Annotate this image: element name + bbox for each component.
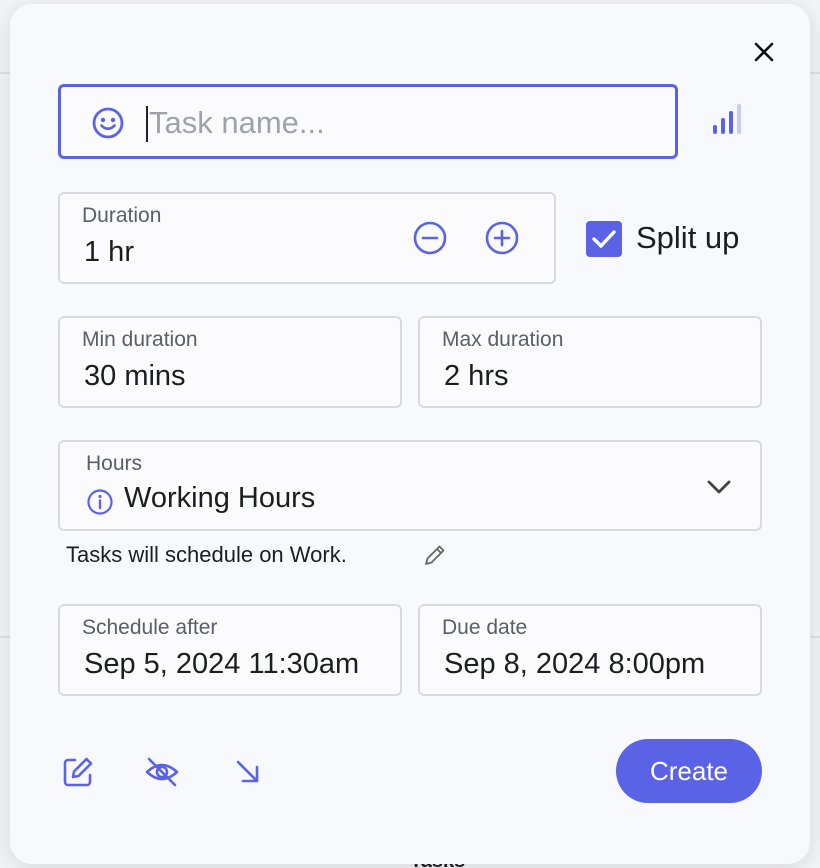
text-caret [146, 106, 148, 142]
split-up-label[interactable]: Split up [636, 220, 739, 256]
hours-helper-text: Tasks will schedule on Work. [66, 542, 347, 567]
duration-label: Duration [82, 204, 162, 227]
info-icon [87, 489, 113, 515]
split-up-checkbox[interactable] [586, 221, 622, 257]
minus-circle-icon[interactable] [412, 220, 448, 256]
duration-value[interactable]: 1 hr [84, 236, 134, 269]
plus-circle-icon[interactable] [484, 220, 520, 256]
due-date-field[interactable]: Due date Sep 8, 2024 8:00pm [418, 604, 762, 696]
duration-field[interactable]: Duration 1 hr [58, 192, 556, 284]
create-button[interactable]: Create [616, 739, 762, 803]
eye-off-icon[interactable] [144, 754, 180, 790]
close-icon[interactable] [750, 38, 778, 66]
schedule-after-label: Schedule after [82, 616, 218, 639]
schedule-after-field[interactable]: Schedule after Sep 5, 2024 11:30am [58, 604, 402, 696]
max-duration-value[interactable]: 2 hrs [444, 360, 508, 393]
edit-icon[interactable] [60, 754, 96, 790]
min-duration-label: Min duration [82, 328, 198, 351]
due-date-label: Due date [442, 616, 528, 639]
create-task-modal: Duration 1 hr Split up Min duration 30 m… [10, 4, 810, 864]
max-duration-field[interactable]: Max duration 2 hrs [418, 316, 762, 408]
due-date-value[interactable]: Sep 8, 2024 8:00pm [444, 648, 740, 681]
hours-select[interactable]: Hours Working Hours [58, 440, 762, 531]
task-name-field[interactable] [58, 84, 678, 159]
min-duration-value[interactable]: 30 mins [84, 360, 186, 393]
min-duration-field[interactable]: Min duration 30 mins [58, 316, 402, 408]
hours-label: Hours [86, 452, 143, 475]
checkmark-icon [592, 230, 616, 248]
hours-value: Working Hours [124, 482, 316, 514]
task-name-input[interactable] [149, 99, 649, 147]
pencil-icon[interactable] [422, 542, 448, 568]
schedule-after-value[interactable]: Sep 5, 2024 11:30am [84, 648, 380, 681]
max-duration-label: Max duration [442, 328, 564, 351]
chevron-down-icon[interactable] [704, 472, 734, 502]
priority-icon[interactable] [710, 101, 746, 137]
arrow-down-right-icon[interactable] [230, 754, 266, 790]
smile-icon[interactable] [91, 106, 125, 140]
